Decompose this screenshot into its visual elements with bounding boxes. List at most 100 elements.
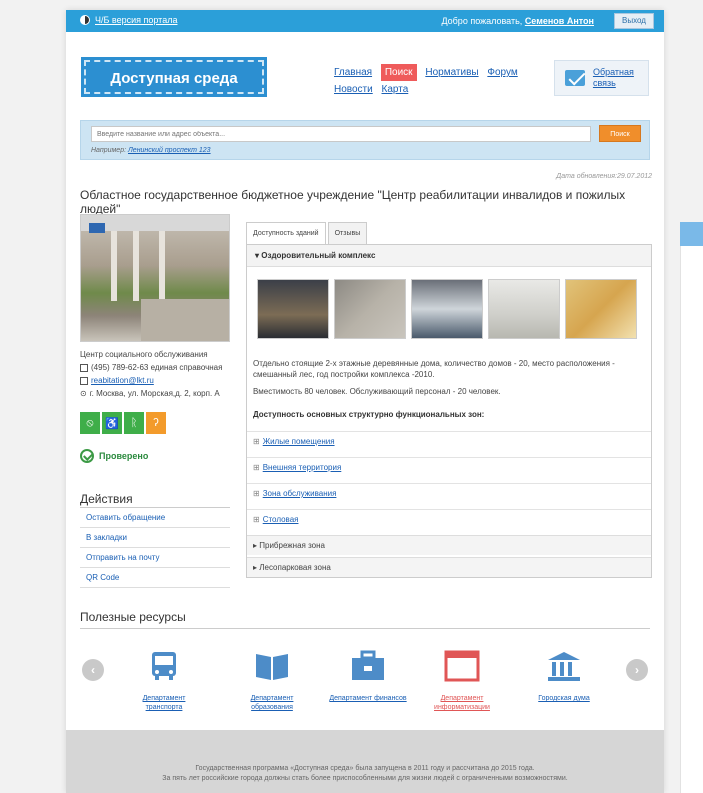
sign-icon bbox=[89, 223, 105, 233]
phone-number: (495) 789-62-63 единая справочная bbox=[91, 363, 223, 372]
zone-item[interactable]: ⊞ Столовая bbox=[247, 509, 651, 529]
gallery-photo[interactable] bbox=[565, 279, 637, 339]
side-tab[interactable] bbox=[680, 222, 703, 246]
resource-item[interactable]: Департамент финансов bbox=[328, 650, 408, 703]
email-icon bbox=[80, 376, 88, 385]
resources-divider bbox=[80, 628, 650, 629]
contact-info: Центр социального обслуживания (495) 789… bbox=[80, 348, 222, 400]
action-send-mail[interactable]: Отправить на почту bbox=[80, 548, 230, 568]
book-icon bbox=[256, 654, 288, 680]
resource-label[interactable]: Городская дума bbox=[524, 694, 604, 703]
welcome-label: Добро пожаловать, bbox=[441, 16, 523, 26]
object-description: Отдельно стоящие 2-х этажные деревянные … bbox=[253, 359, 615, 379]
verified-status: Проверено bbox=[80, 449, 148, 463]
nav-news[interactable]: Новости bbox=[334, 81, 373, 98]
zones-title: Доступность основных структурно функцион… bbox=[253, 410, 485, 419]
detail-tabs: Доступность зданий Отзывы bbox=[246, 222, 369, 244]
zone-item[interactable]: ⊞ Внешняя территория bbox=[247, 457, 651, 477]
nav-home[interactable]: Главная bbox=[334, 64, 372, 81]
wheelchair-icon: ♿ bbox=[102, 412, 122, 434]
search-example: Например: Ленинский проспект 123 bbox=[91, 147, 211, 154]
mail-icon bbox=[565, 70, 585, 86]
resource-label[interactable]: Департамент транспорта bbox=[124, 694, 204, 712]
org-type: Центр социального обслуживания bbox=[80, 350, 208, 359]
user-name-link[interactable]: Семенов Антон bbox=[525, 16, 594, 26]
search-box: Поиск Например: Ленинский проспект 123 bbox=[80, 120, 650, 160]
nav-forum[interactable]: Форум bbox=[487, 64, 517, 81]
action-bookmark[interactable]: В закладки bbox=[80, 528, 230, 548]
resource-item[interactable]: Департамент транспорта bbox=[124, 650, 204, 712]
gallery-photo[interactable] bbox=[488, 279, 560, 339]
feedback-link[interactable]: Обратная связь bbox=[593, 67, 648, 89]
expand-icon: ⊞ bbox=[253, 463, 260, 472]
address: г. Москва, ул. Морская,д. 2, корп. А bbox=[89, 389, 220, 398]
subzone-item[interactable]: ▸ Прибрежная зона bbox=[247, 535, 651, 555]
section-header[interactable]: ▾ Оздоровительный комплекс bbox=[247, 245, 651, 267]
nav-search[interactable]: Поиск bbox=[380, 64, 417, 81]
check-icon bbox=[80, 449, 94, 463]
resource-item[interactable]: Департамент образования bbox=[232, 650, 312, 712]
nav-norms[interactable]: Нормативы bbox=[425, 64, 478, 81]
gallery-photo[interactable] bbox=[334, 279, 406, 339]
resource-label[interactable]: Департамент образования bbox=[232, 694, 312, 712]
search-button[interactable]: Поиск bbox=[599, 125, 641, 142]
main-nav: Главная Поиск Нормативы Форум Новости Ка… bbox=[334, 64, 544, 98]
accessibility-badges: ⦸ ♿ ᚱ ʔ bbox=[80, 412, 166, 434]
tab-reviews[interactable]: Отзывы bbox=[327, 222, 368, 244]
gallery-photo[interactable] bbox=[411, 279, 483, 339]
bw-version-link[interactable]: Ч/Б версия портала bbox=[95, 15, 177, 25]
verified-label: Проверено bbox=[99, 451, 149, 461]
footer: Государственная программа «Доступная сре… bbox=[66, 730, 664, 793]
email-link[interactable]: reabitation@lkt.ru bbox=[91, 374, 154, 387]
action-qr-code[interactable]: QR Code bbox=[80, 568, 230, 588]
expand-icon: ⊞ bbox=[253, 489, 260, 498]
footer-line: Государственная программа «Доступная сре… bbox=[195, 765, 535, 772]
footer-line: За пять лет российские города должны ста… bbox=[162, 775, 568, 782]
page: Ч/Б версия портала Добро пожаловать, Сем… bbox=[66, 10, 664, 793]
resource-label[interactable]: Департамент финансов bbox=[328, 694, 408, 703]
action-leave-request[interactable]: Оставить обращение bbox=[80, 508, 230, 528]
photo-gallery bbox=[257, 279, 637, 339]
updated-date: Дата обновления:29.07.2012 bbox=[556, 173, 652, 180]
bus-icon bbox=[152, 652, 176, 680]
hearing-icon: ⦸ bbox=[80, 412, 100, 434]
side-panel bbox=[680, 246, 703, 793]
tab-accessibility[interactable]: Доступность зданий bbox=[246, 222, 326, 244]
zone-item[interactable]: ⊞ Зона обслуживания bbox=[247, 483, 651, 503]
details-panel: ▾ Оздоровительный комплекс Отдельно стоя… bbox=[246, 244, 652, 578]
capacity-text: Вместимость 80 человек. Обслуживающий пе… bbox=[253, 387, 501, 396]
feedback-box[interactable]: Обратная связь bbox=[554, 60, 649, 96]
example-prefix: Например: bbox=[91, 147, 127, 154]
subzone-item[interactable]: ▸ Лесопарковая зона bbox=[247, 557, 651, 577]
logout-button[interactable]: Выход bbox=[614, 13, 654, 29]
resource-label[interactable]: Департамент информатизации bbox=[422, 694, 502, 712]
expand-icon: ⊞ bbox=[253, 437, 260, 446]
building-photo bbox=[80, 214, 230, 342]
zone-item[interactable]: ⊞ Жилые помещения bbox=[247, 431, 651, 451]
search-input[interactable] bbox=[91, 126, 591, 142]
building-icon bbox=[548, 652, 580, 681]
resource-item[interactable]: Городская дума bbox=[524, 650, 604, 703]
section-title: Оздоровительный комплекс bbox=[261, 251, 376, 260]
actions-title: Действия bbox=[80, 492, 133, 506]
bw-version-toggle[interactable]: Ч/Б версия портала bbox=[80, 15, 177, 25]
resource-item[interactable]: Департамент информатизации bbox=[422, 650, 502, 712]
expand-icon: ⊞ bbox=[253, 515, 260, 524]
carousel-next-button[interactable]: › bbox=[626, 659, 648, 681]
location-icon: ⊙ bbox=[80, 389, 87, 398]
window-icon bbox=[444, 650, 480, 682]
top-bar: Ч/Б версия портала Добро пожаловать, Сем… bbox=[66, 10, 664, 32]
gallery-photo[interactable] bbox=[257, 279, 329, 339]
actions-list: Оставить обращение В закладки Отправить … bbox=[80, 507, 230, 588]
carousel-prev-button[interactable]: ‹ bbox=[82, 659, 104, 681]
briefcase-icon bbox=[352, 650, 384, 680]
phone-icon bbox=[80, 363, 88, 372]
site-logo[interactable]: Доступная среда bbox=[81, 57, 267, 97]
example-link[interactable]: Ленинский проспект 123 bbox=[128, 147, 211, 154]
organization-title: Областное государственное бюджетное учре… bbox=[80, 188, 626, 216]
contrast-icon bbox=[80, 15, 90, 25]
ear-icon: ʔ bbox=[146, 412, 166, 434]
welcome-text: Добро пожаловать, Семенов Антон bbox=[441, 16, 594, 26]
resources-title: Полезные ресурсы bbox=[80, 610, 186, 624]
nav-map[interactable]: Карта bbox=[382, 81, 409, 98]
